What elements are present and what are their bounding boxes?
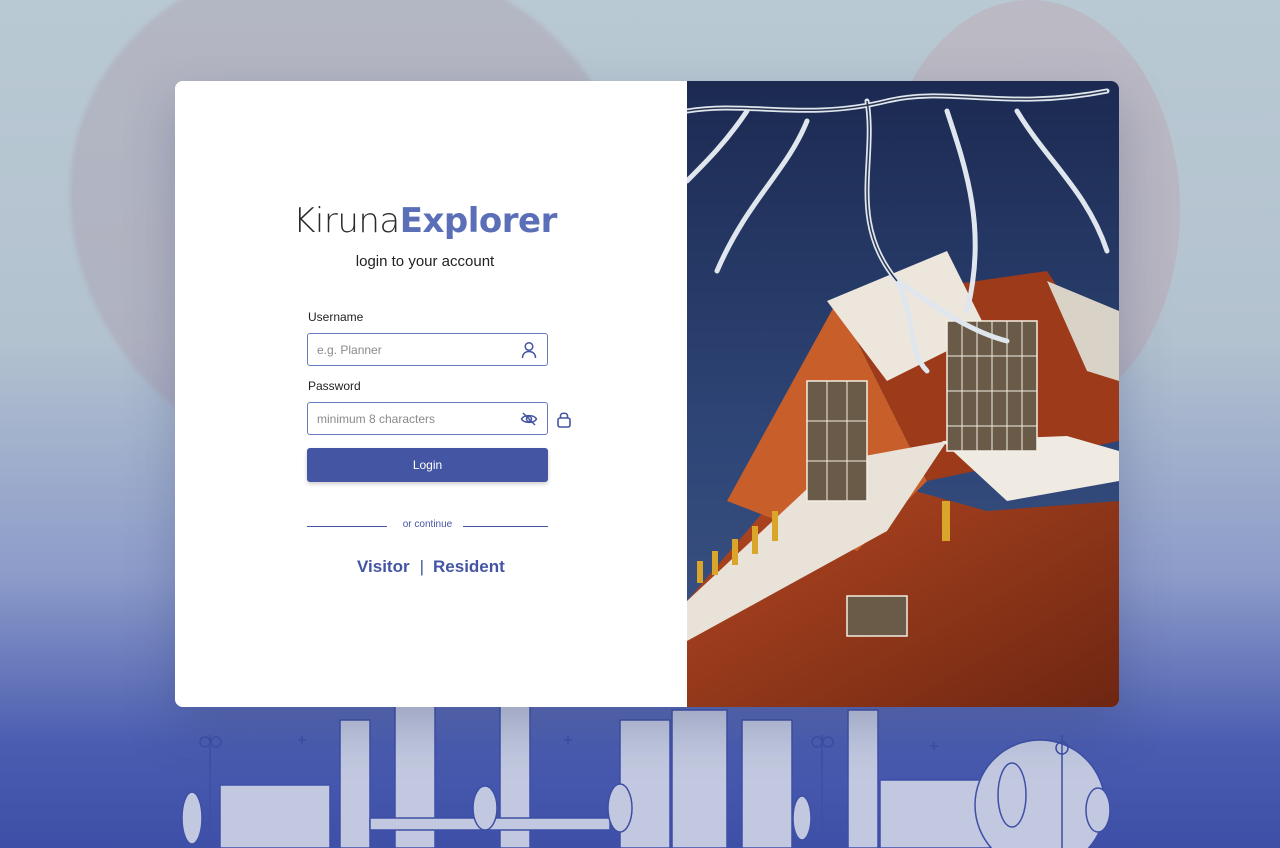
login-panel: KirunaExplorer login to your account Use… xyxy=(175,81,687,707)
hero-image xyxy=(687,81,1119,707)
user-icon xyxy=(520,341,538,359)
resident-link[interactable]: Resident xyxy=(433,557,505,577)
username-label: Username xyxy=(308,310,364,324)
brand-logo: KirunaExplorer xyxy=(175,199,675,241)
password-label: Password xyxy=(308,379,361,393)
city-skyline-illustration xyxy=(181,700,1111,848)
username-field-wrapper xyxy=(307,333,548,366)
divider: or continue xyxy=(307,519,548,533)
brand-part2: Explorer xyxy=(399,201,558,241)
username-input[interactable] xyxy=(317,342,520,357)
password-field-wrapper xyxy=(307,402,548,435)
visitor-link[interactable]: Visitor xyxy=(357,557,410,577)
login-button[interactable]: Login xyxy=(307,448,548,482)
password-input[interactable] xyxy=(317,411,520,426)
divider-text: or continue xyxy=(402,519,453,530)
login-card: KirunaExplorer login to your account Use… xyxy=(175,81,1119,707)
eye-off-icon[interactable] xyxy=(520,410,538,428)
kiruna-church-illustration xyxy=(687,81,1119,707)
link-separator: | xyxy=(419,557,425,576)
divider-line-right xyxy=(463,526,548,527)
brand-part1: Kiruna xyxy=(293,201,400,241)
page-subtitle: login to your account xyxy=(355,253,495,270)
lock-icon xyxy=(556,410,572,428)
alternative-login-links: Visitor | Resident xyxy=(357,557,505,577)
